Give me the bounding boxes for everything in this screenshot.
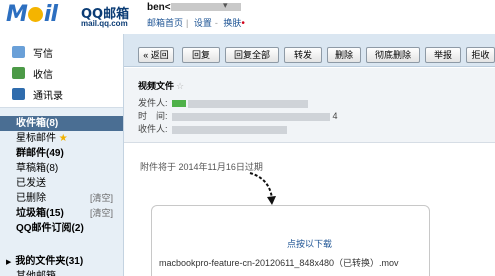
sender-row: 发件人: [138, 96, 308, 109]
folder-subscriptions[interactable]: QQ邮件订阅(2) [0, 221, 123, 236]
folder-label: 垃圾箱(15) [16, 208, 64, 219]
folder-label: 群邮件(49) [16, 148, 64, 159]
receive-button[interactable]: 收信 [12, 65, 53, 81]
folder-label: 收件箱(8) [16, 118, 59, 129]
mail-toolbar: « 返回 回复 回复全部 转发 删除 彻底删除 举报 拒收 [124, 34, 495, 67]
star-outline-icon[interactable]: ☆ [176, 81, 184, 91]
receive-label: 收信 [33, 69, 53, 81]
recipient-row: 收件人: [138, 122, 287, 135]
download-link[interactable]: 点按以下载 [124, 237, 495, 250]
compose-button[interactable]: 写信 [12, 44, 53, 60]
notification-dot-icon: • [241, 18, 245, 29]
link-skin[interactable]: 换肤 [223, 18, 241, 28]
folder-label: 草稿箱(8) [16, 163, 59, 174]
reject-button[interactable]: 拒收 [466, 47, 495, 63]
time-redacted [172, 112, 330, 121]
attachment-filename[interactable]: macbookpro-feature-cn-20120611_848x480（已… [159, 256, 398, 269]
mail-header: 视频文件 ☆ 发件人: 时 间: 4 收件人: [124, 68, 495, 143]
mail-subject: 视频文件 ☆ [138, 79, 184, 92]
compose-label: 写信 [33, 48, 53, 60]
other-mailbox-link[interactable]: 其他邮箱 [16, 267, 56, 276]
back-button[interactable]: « 返回 [138, 47, 174, 63]
forward-button[interactable]: 转发 [284, 47, 322, 63]
qq-mail-logo[interactable]: Mil [6, 2, 58, 27]
folder-label: QQ邮件订阅(2) [16, 223, 84, 234]
contacts-button[interactable]: 通讯录 [12, 86, 63, 102]
sender-redacted [188, 99, 308, 108]
folder-group-mail[interactable]: 群邮件(49) [0, 146, 123, 161]
report-button[interactable]: 举报 [425, 47, 461, 63]
sidebar-tools: 写信 收信 通讯录 [0, 34, 123, 108]
user-name: ben< [147, 2, 171, 13]
header: Mil QQ邮箱 mail.qq.com ben< ▾ 邮箱首页 | 设置 - 换肤… [0, 0, 495, 34]
time-tail: 4 [332, 111, 338, 121]
recipient-redacted [172, 125, 287, 134]
clear-spam-link[interactable]: [清空] [90, 206, 113, 221]
contacts-icon [12, 88, 25, 100]
link-mailbox-home[interactable]: 邮箱首页 [147, 18, 183, 28]
my-folders-toggle[interactable]: ▶ 我的文件夹(31) [6, 252, 83, 267]
folder-inbox[interactable]: 收件箱(8) [0, 116, 123, 131]
time-label: 时 间: [138, 111, 168, 121]
contacts-label: 通讯录 [33, 90, 63, 102]
sender-status-icon [172, 100, 186, 108]
folder-list: 收件箱(8) 星标邮件 ★ 群邮件(49) 草稿箱(8) 已发送 已删除 [清空]… [0, 116, 123, 236]
inbox-icon [12, 67, 25, 79]
folder-label: 星标邮件 [16, 133, 56, 144]
permanent-delete-button[interactable]: 彻底删除 [366, 47, 420, 63]
header-links: 邮箱首页 | 设置 - 换肤• [147, 18, 245, 29]
time-row: 时 间: 4 [138, 109, 338, 122]
sidebar: 写信 收信 通讯录 收件箱(8) 星标邮件 ★ 群邮件(49) 草稿箱(8) 已… [0, 34, 124, 276]
folder-label: 已删除 [16, 193, 46, 204]
reply-button[interactable]: 回复 [182, 47, 220, 63]
folder-spam[interactable]: 垃圾箱(15) [清空] [0, 206, 123, 221]
star-icon: ★ [58, 133, 68, 144]
brand-url: mail.qq.com [81, 19, 128, 28]
link-settings[interactable]: 设置 [194, 18, 212, 28]
clear-deleted-link[interactable]: [清空] [90, 191, 113, 206]
reply-all-button[interactable]: 回复全部 [225, 47, 279, 63]
mail-view: « 返回 回复 回复全部 转发 删除 彻底删除 举报 拒收 视频文件 ☆ 发件人:… [124, 34, 495, 276]
folder-label: 已发送 [16, 178, 46, 189]
user-email-redacted [170, 3, 241, 12]
folder-drafts[interactable]: 草稿箱(8) [0, 161, 123, 176]
curved-arrow-icon [249, 172, 276, 205]
collapse-triangle-icon: ▶ [6, 259, 12, 266]
write-icon [12, 46, 25, 58]
recipient-label: 收件人: [138, 124, 168, 134]
delete-button[interactable]: 删除 [327, 47, 361, 63]
subject-text: 视频文件 [138, 81, 175, 91]
folder-sent[interactable]: 已发送 [0, 176, 123, 191]
folder-starred[interactable]: 星标邮件 ★ [0, 131, 123, 146]
sender-label: 发件人: [138, 98, 168, 108]
folder-deleted[interactable]: 已删除 [清空] [0, 191, 123, 206]
chevron-down-icon[interactable]: ▾ [223, 0, 228, 11]
my-folders-label: 我的文件夹(31) [15, 256, 84, 267]
